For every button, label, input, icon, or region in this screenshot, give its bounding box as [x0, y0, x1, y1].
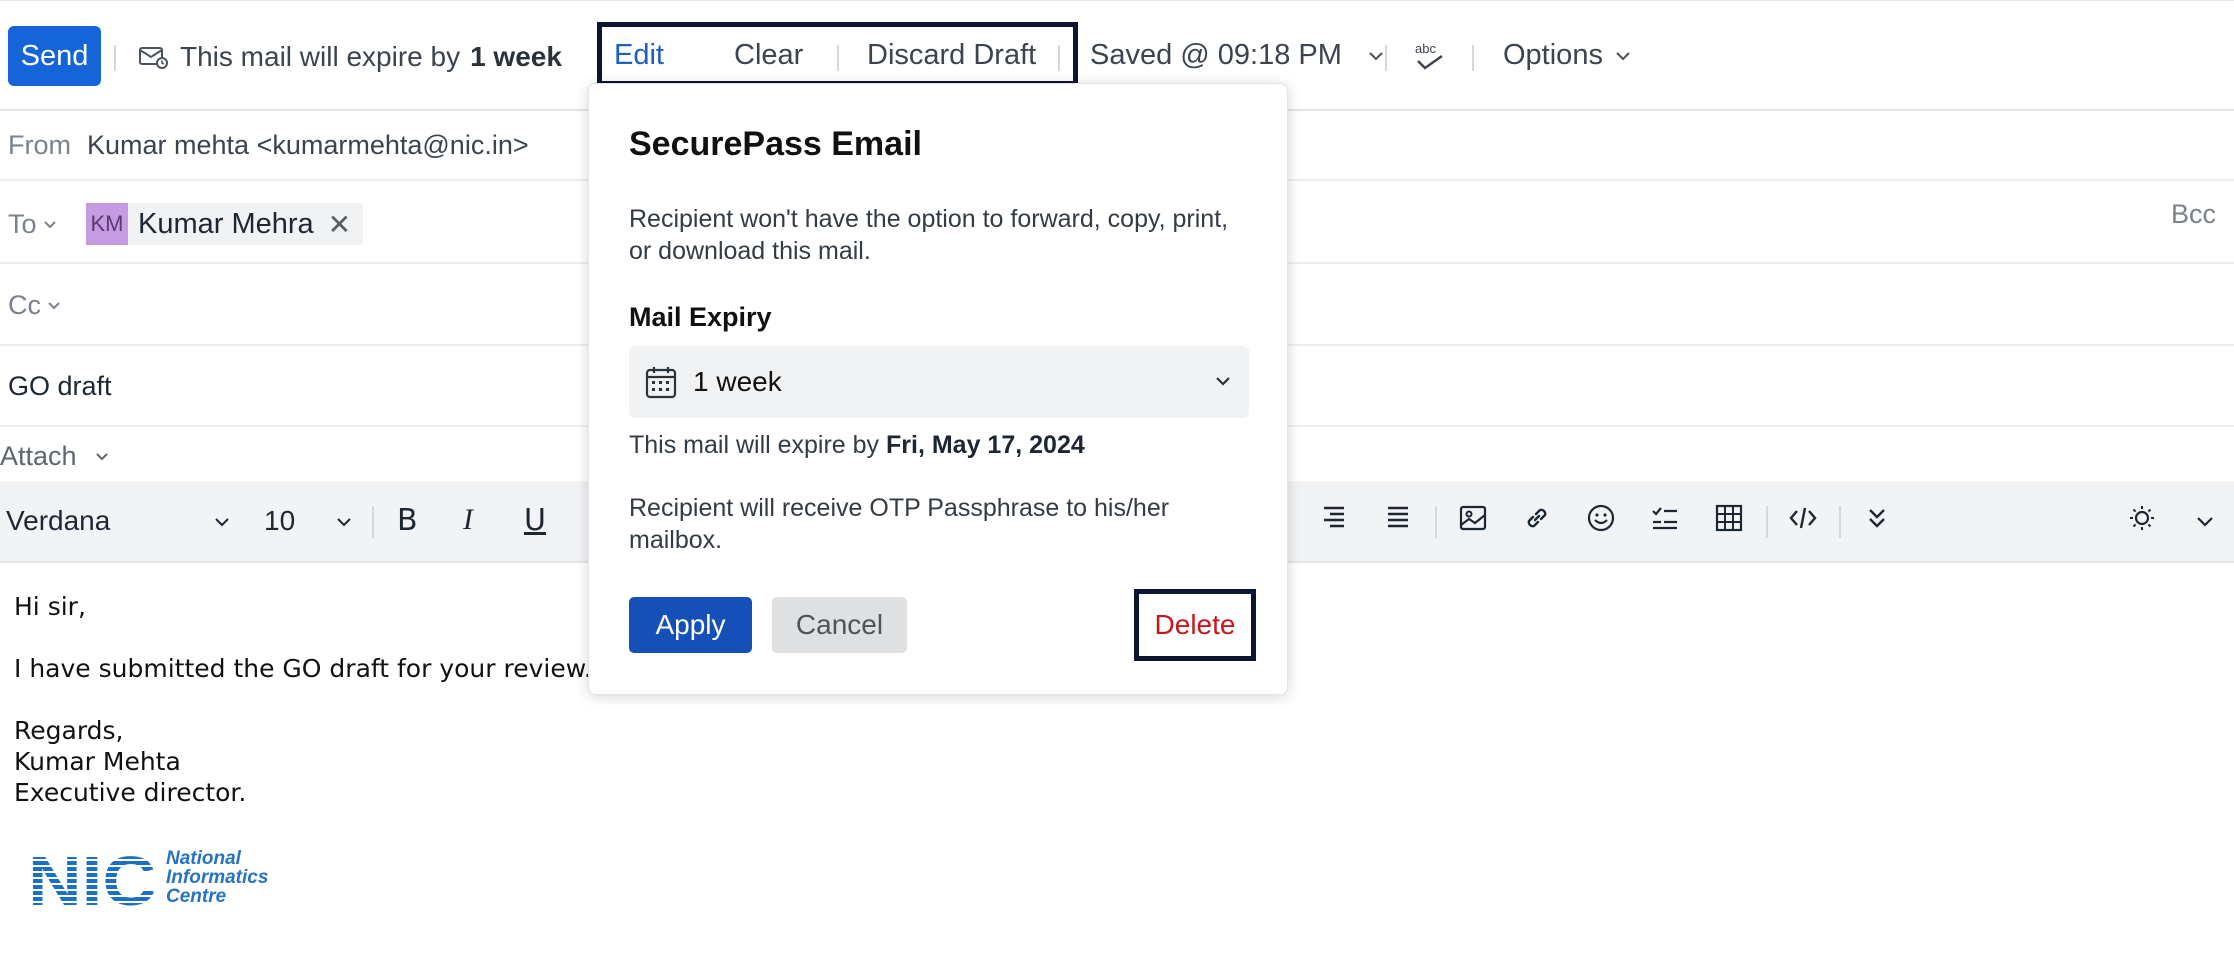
toolbar-divider — [1385, 45, 1387, 71]
mail-expiry-label: Mail Expiry — [629, 302, 772, 332]
align-right-icon[interactable] — [1320, 503, 1348, 531]
popup-title: SecurePass Email — [629, 125, 922, 163]
from-label: From — [8, 130, 71, 160]
body-greeting: Hi sir, — [14, 592, 86, 621]
body-signature-name: Kumar Mehta — [14, 747, 181, 776]
bold-button[interactable]: B — [397, 503, 418, 538]
justify-icon[interactable] — [1384, 503, 1412, 531]
svg-text:abc: abc — [1415, 41, 1436, 56]
from-value[interactable]: Kumar mehta <kumarmehta@nic.in> — [87, 130, 529, 161]
calendar-icon — [645, 367, 677, 399]
expiry-value: 1 week — [470, 41, 562, 72]
italic-button[interactable]: I — [463, 503, 473, 537]
chevron-down-icon — [48, 302, 60, 310]
avatar: KM — [86, 203, 128, 245]
edit-link[interactable]: Edit — [614, 39, 664, 72]
mail-expiry-select[interactable]: 1 week — [629, 346, 1249, 418]
nic-logo-text: National Informatics Centre — [166, 849, 268, 906]
mail-body-editor[interactable]: Hi sir, I have submitted the GO draft fo… — [14, 591, 592, 808]
chevron-down-icon — [95, 453, 108, 461]
chevron-down-icon[interactable] — [214, 517, 230, 527]
expiry-date-text: This mail will expire by Fri, May 17, 20… — [629, 431, 1085, 460]
expiry-prefix: This mail will expire by — [180, 41, 461, 72]
body-line: I have submitted the GO draft for your r… — [14, 654, 592, 683]
format-divider — [1839, 506, 1841, 538]
insert-image-icon[interactable] — [1458, 503, 1488, 533]
chevron-down-icon — [43, 221, 56, 229]
chevron-down-icon[interactable] — [336, 517, 352, 527]
remove-recipient-icon[interactable]: ✕ — [328, 208, 351, 241]
nic-logo-mark: NIC — [28, 849, 156, 909]
toolbar-divider — [837, 45, 839, 71]
secure-mail-icon — [139, 47, 168, 69]
theme-toggle-icon[interactable] — [2126, 503, 2158, 533]
apply-button[interactable]: Apply — [629, 597, 752, 653]
subject-field[interactable]: GO draft — [8, 371, 112, 402]
insert-table-icon[interactable] — [1714, 503, 1744, 533]
cancel-button[interactable]: Cancel — [772, 597, 907, 653]
recipient-chip[interactable]: KM Kumar Mehra ✕ — [86, 203, 364, 245]
emoji-icon[interactable] — [1586, 503, 1616, 533]
spellcheck-icon[interactable]: abc — [1412, 41, 1448, 78]
cc-label-dropdown[interactable]: Cc — [8, 290, 61, 321]
chevron-down-icon — [1216, 377, 1230, 386]
attach-label: Attach — [0, 441, 77, 471]
to-label: To — [8, 209, 37, 239]
more-options-icon[interactable] — [1864, 503, 1890, 533]
recipient-name: Kumar Mehra — [138, 207, 314, 240]
logo-line: National — [166, 848, 241, 869]
underline-button[interactable]: U — [524, 503, 546, 538]
popup-description: Recipient won't have the option to forwa… — [629, 205, 1229, 265]
nic-logo: NIC National Informatics Centre — [28, 849, 268, 909]
logo-line: Centre — [166, 886, 227, 907]
expiry-notice[interactable]: This mail will expire by 1 week — [138, 37, 562, 77]
font-family-select[interactable]: Verdana — [6, 505, 110, 537]
attach-dropdown[interactable]: Attach — [0, 441, 109, 472]
format-divider — [1766, 506, 1768, 538]
code-snippet-icon[interactable] — [1788, 503, 1818, 533]
mail-expiry-value: 1 week — [693, 366, 782, 397]
cc-label: Cc — [8, 290, 41, 320]
send-button[interactable]: Send — [8, 26, 101, 86]
discard-draft-link[interactable]: Discard Draft — [867, 39, 1036, 72]
toolbar-divider — [1472, 45, 1474, 71]
options-label: Options — [1503, 39, 1603, 71]
toolbar-divider — [1058, 45, 1060, 71]
options-dropdown[interactable]: Options — [1503, 39, 1631, 72]
saved-status-dropdown[interactable]: Saved @ 09:18 PM — [1090, 39, 1384, 72]
expiry-date-prefix: This mail will expire by — [629, 431, 880, 459]
delete-button[interactable]: Delete — [1134, 589, 1256, 661]
saved-status: Saved @ 09:18 PM — [1090, 39, 1342, 71]
format-divider — [1435, 506, 1437, 538]
otp-note: Recipient will receive OTP Passphrase to… — [629, 494, 1170, 554]
chevron-down-icon[interactable] — [2196, 516, 2214, 527]
logo-line: Informatics — [166, 867, 269, 888]
svg-text:NIC: NIC — [28, 849, 156, 909]
body-regards: Regards, — [14, 716, 124, 745]
format-divider — [372, 506, 374, 538]
to-label-dropdown[interactable]: To — [8, 209, 57, 240]
expiry-date: Fri, May 17, 2024 — [886, 431, 1085, 459]
clear-link[interactable]: Clear — [734, 39, 803, 72]
checklist-icon[interactable] — [1650, 503, 1680, 533]
font-size-select[interactable]: 10 — [264, 505, 295, 537]
securepass-popup: SecurePass Email Recipient won't have th… — [588, 83, 1288, 695]
insert-link-icon[interactable] — [1522, 503, 1552, 533]
chevron-down-icon — [1369, 51, 1383, 60]
body-signature-title: Executive director. — [14, 778, 247, 807]
chevron-down-icon — [1616, 51, 1630, 60]
bcc-link[interactable]: Bcc — [2171, 199, 2216, 230]
toolbar-divider — [114, 45, 116, 71]
